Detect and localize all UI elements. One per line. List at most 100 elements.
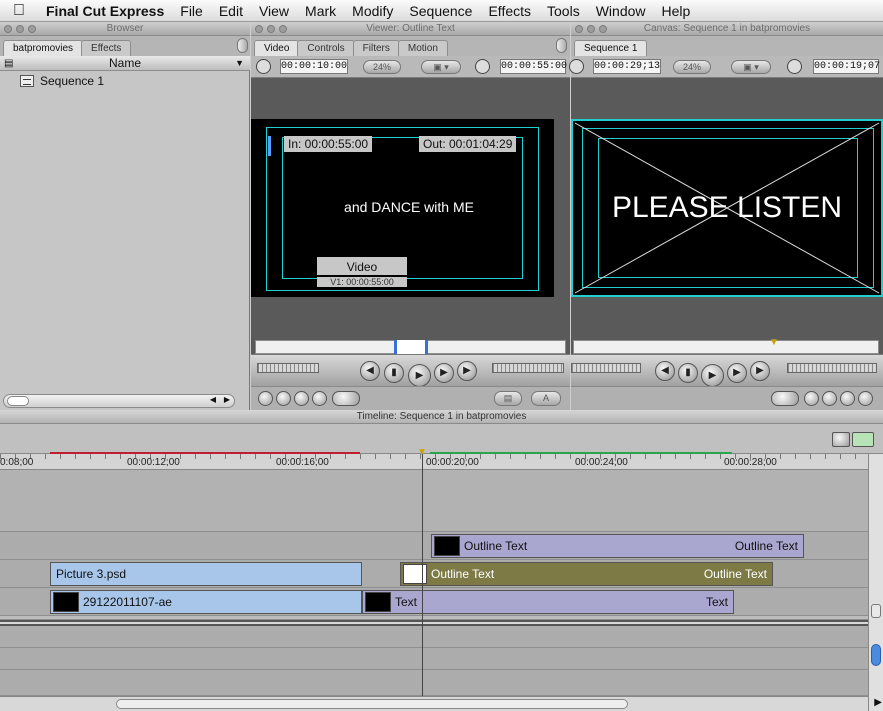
overlay-subtitle: V1: 00:00:55:00 xyxy=(317,277,407,287)
viewer-zoom-popup[interactable]: 24% xyxy=(363,60,401,74)
jog-control[interactable] xyxy=(787,363,877,373)
shuttle-slider[interactable] xyxy=(571,363,641,373)
go-to-in-button[interactable]: ◀ xyxy=(655,361,675,381)
tab-motion[interactable]: Motion xyxy=(397,40,448,56)
clip-text[interactable]: Text Text xyxy=(362,590,734,614)
add-marker-button[interactable] xyxy=(312,391,327,406)
menu-window[interactable]: Window xyxy=(588,3,654,19)
empty-track-area xyxy=(0,470,868,532)
menu-view[interactable]: View xyxy=(251,3,297,19)
playhead-icon[interactable]: ▼ xyxy=(769,337,779,348)
pane-handle-icon[interactable] xyxy=(237,38,248,53)
canvas-video-frame[interactable]: PLEASE LISTEN xyxy=(571,119,883,297)
canvas-zoom-popup[interactable]: 24% xyxy=(673,60,711,74)
viewer-title: Viewer: Outline Text xyxy=(366,23,455,34)
generator-popup[interactable]: A xyxy=(531,391,561,406)
duration-clock-icon xyxy=(569,59,584,74)
add-keyframe-button[interactable] xyxy=(294,391,309,406)
play-button[interactable]: ▶ xyxy=(408,364,431,387)
menu-sequence[interactable]: Sequence xyxy=(401,3,480,19)
timeline-titlebar[interactable]: Timeline: Sequence 1 in batpromovies xyxy=(0,410,883,424)
scroll-right-icon[interactable]: ▶ xyxy=(224,395,230,404)
go-to-in-button[interactable]: ◀ xyxy=(360,361,380,381)
tab-controls[interactable]: Controls xyxy=(297,40,355,56)
play-in-to-out-button[interactable]: ▮ xyxy=(678,363,698,383)
window-buttons[interactable] xyxy=(575,25,607,33)
jog-control[interactable] xyxy=(492,363,564,373)
snapping-button[interactable] xyxy=(852,432,874,447)
play-in-to-out-button[interactable]: ▮ xyxy=(384,363,404,383)
menu-help[interactable]: Help xyxy=(654,3,699,19)
menu-mark[interactable]: Mark xyxy=(297,3,344,19)
clip-29122011107-ae[interactable]: 29122011107-ae xyxy=(50,590,362,614)
tab-effects[interactable]: Effects xyxy=(81,40,132,56)
clip-thumbnail xyxy=(434,536,460,556)
recent-clips-popup[interactable]: ▤ xyxy=(494,391,522,406)
clip-picture-3[interactable]: Picture 3.psd xyxy=(50,562,362,586)
clip-v3-outline-text[interactable]: Outline Text Outline Text xyxy=(431,534,804,558)
match-frame-button[interactable] xyxy=(858,391,873,406)
timeline-title: Timeline: Sequence 1 in batpromovies xyxy=(356,411,527,422)
play-around-button[interactable]: ▶ xyxy=(434,363,454,383)
list-item[interactable]: Sequence 1 xyxy=(20,74,104,88)
canvas-duration-timecode[interactable]: 00:00:29;13 xyxy=(593,59,661,74)
add-marker-button[interactable] xyxy=(804,391,819,406)
list-view-icon[interactable]: ▤ xyxy=(4,57,13,71)
clip-v2-outline-text[interactable]: Outline Text Outline Text xyxy=(400,562,773,586)
view-options-popup[interactable]: ▣ ▾ xyxy=(731,60,771,74)
shuttle-slider[interactable] xyxy=(257,363,319,373)
mark-in-out-button[interactable] xyxy=(332,391,360,406)
add-keyframe-button[interactable] xyxy=(822,391,837,406)
canvas-current-timecode[interactable]: 00:00:19;07 xyxy=(813,59,880,74)
scroll-right-icon[interactable]: ▶ xyxy=(874,697,882,708)
viewer-titlebar[interactable]: Viewer: Outline Text xyxy=(251,22,570,36)
tab-sequence-1[interactable]: Sequence 1 xyxy=(574,40,648,56)
mark-clip-button[interactable] xyxy=(276,391,291,406)
tab-batpromovies[interactable]: batpromovies xyxy=(3,40,84,56)
canvas-scrubber-bar[interactable]: ▼ xyxy=(573,337,879,354)
scroll-thumb[interactable] xyxy=(871,644,881,666)
menu-effects[interactable]: Effects xyxy=(480,3,539,19)
viewer-video-frame[interactable]: In: 00:00:55:00 Out: 00:01:04:29 and DAN… xyxy=(251,119,554,297)
scroll-left-icon[interactable]: ◀ xyxy=(210,395,216,404)
canvas-titlebar[interactable]: Canvas: Sequence 1 in batpromovies xyxy=(571,22,883,36)
play-around-button[interactable]: ▶ xyxy=(727,363,747,383)
timeline-ruler[interactable]: 0:08;00 00:00:12;00 00:00:16;00 00:00:20… xyxy=(0,447,868,470)
go-to-out-button[interactable]: ▶ xyxy=(457,361,477,381)
match-frame-button[interactable] xyxy=(258,391,273,406)
canvas-transport-controls: ◀ ▮ ▶ ▶ ▶ xyxy=(571,354,883,390)
menu-modify[interactable]: Modify xyxy=(344,3,401,19)
menu-file[interactable]: File xyxy=(172,3,211,19)
sort-arrow-icon[interactable]: ▼ xyxy=(235,56,244,70)
view-options-popup[interactable]: ▣ ▾ xyxy=(421,60,461,74)
track-a1 xyxy=(0,626,868,648)
zoom-slider-thumb[interactable] xyxy=(116,699,628,709)
viewer-scrubber-bar[interactable] xyxy=(255,340,566,354)
current-time-clock-icon xyxy=(475,59,490,74)
apple-menu-icon[interactable]:  xyxy=(0,2,38,20)
window-buttons[interactable] xyxy=(255,25,287,33)
viewer-current-timecode[interactable]: 00:00:55:00 xyxy=(500,59,567,74)
timeline-vertical-scrollbar[interactable] xyxy=(868,454,883,711)
pane-handle-icon[interactable] xyxy=(556,38,567,53)
menu-app[interactable]: Final Cut Express xyxy=(38,3,172,19)
browser-horizontal-scrollbar[interactable]: ◀ ▶ xyxy=(3,394,235,408)
clip-overlays-button[interactable] xyxy=(832,432,850,447)
browser-titlebar[interactable]: Browser xyxy=(0,22,250,36)
menu-edit[interactable]: Edit xyxy=(211,3,251,19)
timeline-horizontal-scrollbar[interactable]: ▶ xyxy=(0,696,882,711)
mark-in-out-button[interactable] xyxy=(771,391,799,406)
clip-thumbnail xyxy=(53,592,79,612)
name-column-header[interactable]: ▤ Name ▼ xyxy=(0,56,250,71)
scroll-up-icon[interactable] xyxy=(871,604,881,618)
viewer-duration-timecode[interactable]: 00:00:10:00 xyxy=(280,59,348,74)
track-a3 xyxy=(0,670,868,696)
mark-clip-button[interactable] xyxy=(840,391,855,406)
menu-tools[interactable]: Tools xyxy=(539,3,588,19)
tab-video[interactable]: Video xyxy=(254,40,300,56)
ruler-label: 00:00:28;00 xyxy=(724,457,777,468)
play-button[interactable]: ▶ xyxy=(701,364,724,387)
tab-filters[interactable]: Filters xyxy=(352,40,400,56)
go-to-out-button[interactable]: ▶ xyxy=(750,361,770,381)
window-buttons[interactable] xyxy=(4,25,36,33)
